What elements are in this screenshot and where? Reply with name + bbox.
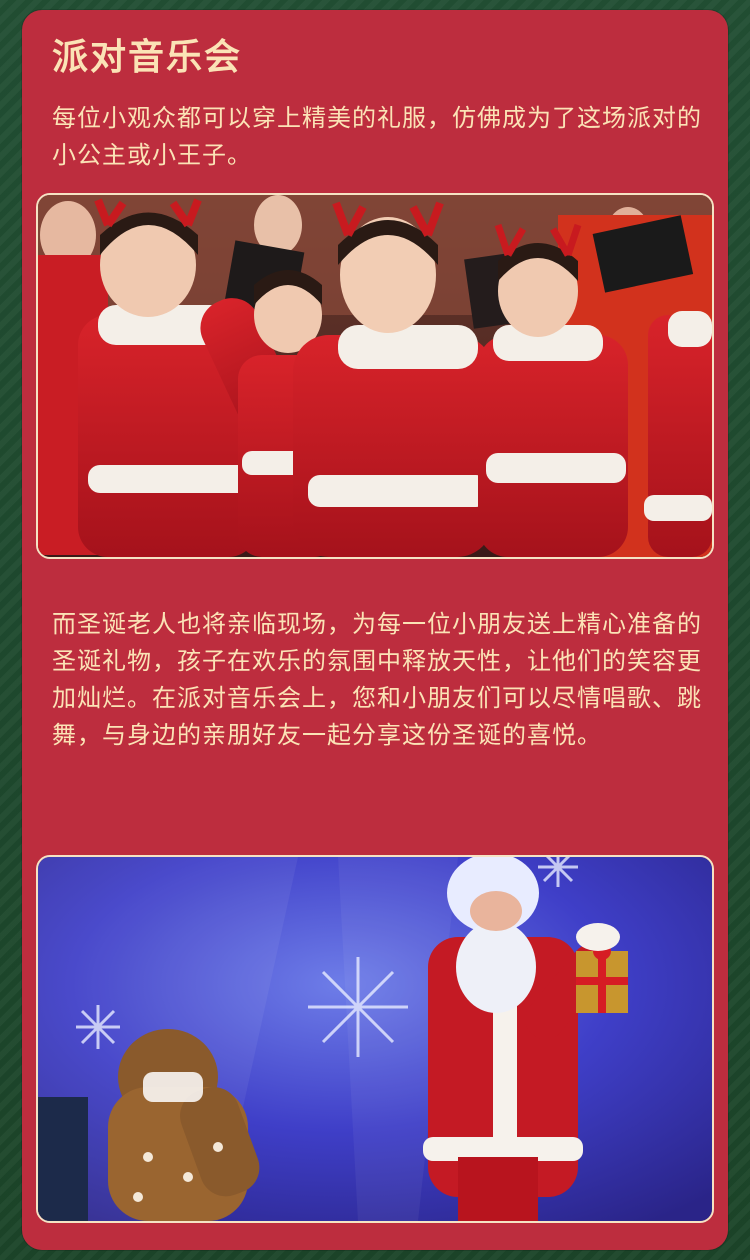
santa-stage-photo [36,855,714,1223]
section-title: 派对音乐会 [52,37,243,78]
santa-paragraph: 而圣诞老人也将亲临现场，为每一位小朋友送上精心准备的圣诞礼物，孩子在欢乐的氛围中… [52,610,702,749]
children-choir-photo [36,193,714,559]
content-card: 派对音乐会 每位小观众都可以穿上精美的礼服，仿佛成为了这场派对的小公主或小王子。 [22,10,728,1250]
intro-paragraph: 每位小观众都可以穿上精美的礼服，仿佛成为了这场派对的小公主或小王子。 [52,104,702,169]
